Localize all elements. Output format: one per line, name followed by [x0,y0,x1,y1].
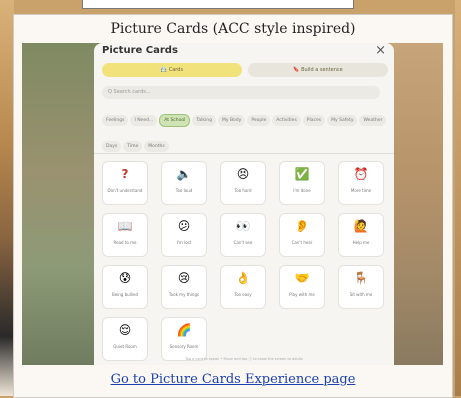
card-icon: 🔈 [176,167,192,181]
card-label: Play with me [289,292,315,297]
card-tile[interactable]: 😰 Being bullied [102,265,148,309]
card-icon: 😌 [118,323,132,337]
card-tile[interactable]: 📖 Read to me [102,213,148,257]
bookmark-icon: 🔖 [293,67,300,73]
card-label: Took my things [168,292,200,297]
picture-cards-modal: Picture Cards × 📇 Cards 🔖 Build a senten… [94,43,394,365]
card-tile[interactable]: 😢 Took my things [161,265,207,309]
background-right [455,0,461,396]
card-icon: ? [121,167,129,181]
screenshot-preview: Picture Cards × 📇 Cards 🔖 Build a senten… [22,43,443,365]
category-chip[interactable]: Months [144,141,169,152]
experience-page-link[interactable]: Go to Picture Cards Experience page [14,372,452,387]
card-tile[interactable]: 🤝 Play with me [279,265,325,309]
category-chip[interactable]: I Need... [130,115,158,126]
card-tile[interactable]: 👀 Can't see [220,213,266,257]
category-chip[interactable]: Days [102,141,122,152]
top-strip [82,0,354,9]
card-icon: 😢 [177,271,191,285]
close-icon[interactable]: × [375,43,386,58]
category-chip[interactable]: My Body [217,115,246,126]
blur-left [22,43,97,365]
card-label: Help me [352,240,370,245]
card-label: Sit with me [349,292,373,297]
card-icon: 😣 [236,167,250,181]
card-tile[interactable]: 👂 Can't hear [279,213,325,257]
card-caption: Picture Cards (ACC style inspired) [110,21,356,37]
card-label: Too loud [175,188,193,193]
card-label: Too easy [234,292,252,297]
category-chip[interactable]: Places [302,115,326,126]
card-icon: 👂 [294,219,310,233]
category-chip[interactable]: People [247,115,271,126]
card-tile[interactable]: 👌 Too easy [220,265,266,309]
tab-build-label: Build a sentence [301,67,343,73]
category-chip[interactable]: Weather [359,115,387,126]
card-icon: ✅ [294,167,310,181]
card-label: I'm done [293,188,311,193]
card-icon: 👌 [235,271,251,285]
card-label: Quiet Room [113,344,137,349]
tab-cards[interactable]: 📇 Cards [102,63,242,77]
card-tile[interactable]: 🌈 Sensory Room [161,317,207,361]
category-chip[interactable]: Feelings [102,115,129,126]
mode-switch: 📇 Cards 🔖 Build a sentence [102,63,388,77]
card-icon: 🌈 [176,323,192,337]
category-chip[interactable]: Time [123,141,143,152]
card-tile[interactable]: 😌 Quiet Room [102,317,148,361]
card-icon: 😕 [177,219,191,233]
card-tile[interactable]: 🔈 Too loud [161,161,207,205]
card-icon: 🙋 [353,219,369,233]
category-chip[interactable]: At School [159,114,191,127]
card-tile[interactable]: ? Don't understand [102,161,148,205]
cards-icon: 📇 [160,67,168,73]
tab-build-sentence[interactable]: 🔖 Build a sentence [248,63,388,77]
card-tile[interactable]: 🙋 Help me [338,213,384,257]
category-chips: Feelings I Need... At School Talking My Body… [102,106,390,157]
card-icon: 😰 [118,271,132,285]
card-tile[interactable]: 😣 Too hard [220,161,266,205]
card-icon: 🤝 [294,271,310,285]
tab-cards-label: Cards [168,67,184,73]
card-icon: 🪑 [353,271,369,285]
card-tile[interactable]: ✅ I'm done [279,161,325,205]
background-left [0,0,14,396]
card-label: Being bullied [111,292,139,297]
card-label: Can't hear [291,240,313,245]
card-tile[interactable]: 😕 I'm lost [161,213,207,257]
card-label: Can't see [233,240,253,245]
card-label: Read to me [113,240,137,245]
picture-cards-card: Picture Cards (ACC style inspired) Pictu… [13,14,453,398]
card-label: More time [350,188,372,193]
card-label: Don't understand [107,188,143,193]
card-label: I'm lost [176,240,192,245]
card-tile[interactable]: 🪑 Sit with me [338,265,384,309]
category-chip[interactable]: Activities [272,115,301,126]
category-chip[interactable]: My Safety [327,115,358,126]
category-chip[interactable]: Talking [192,115,216,126]
search-input[interactable]: Q Search cards... [102,86,380,99]
divider [94,153,394,154]
modal-title: Picture Cards [102,45,178,56]
card-label: Sensory Room [169,344,199,349]
card-label: Too hard [234,188,252,193]
card-icon: 📖 [117,219,133,233]
card-tile[interactable]: ⏰ More time [338,161,384,205]
card-icon: 👀 [235,219,251,233]
footer-note: Tap a card to speak • Move and tap ⓘ to … [185,357,303,361]
card-icon: ⏰ [353,167,369,181]
